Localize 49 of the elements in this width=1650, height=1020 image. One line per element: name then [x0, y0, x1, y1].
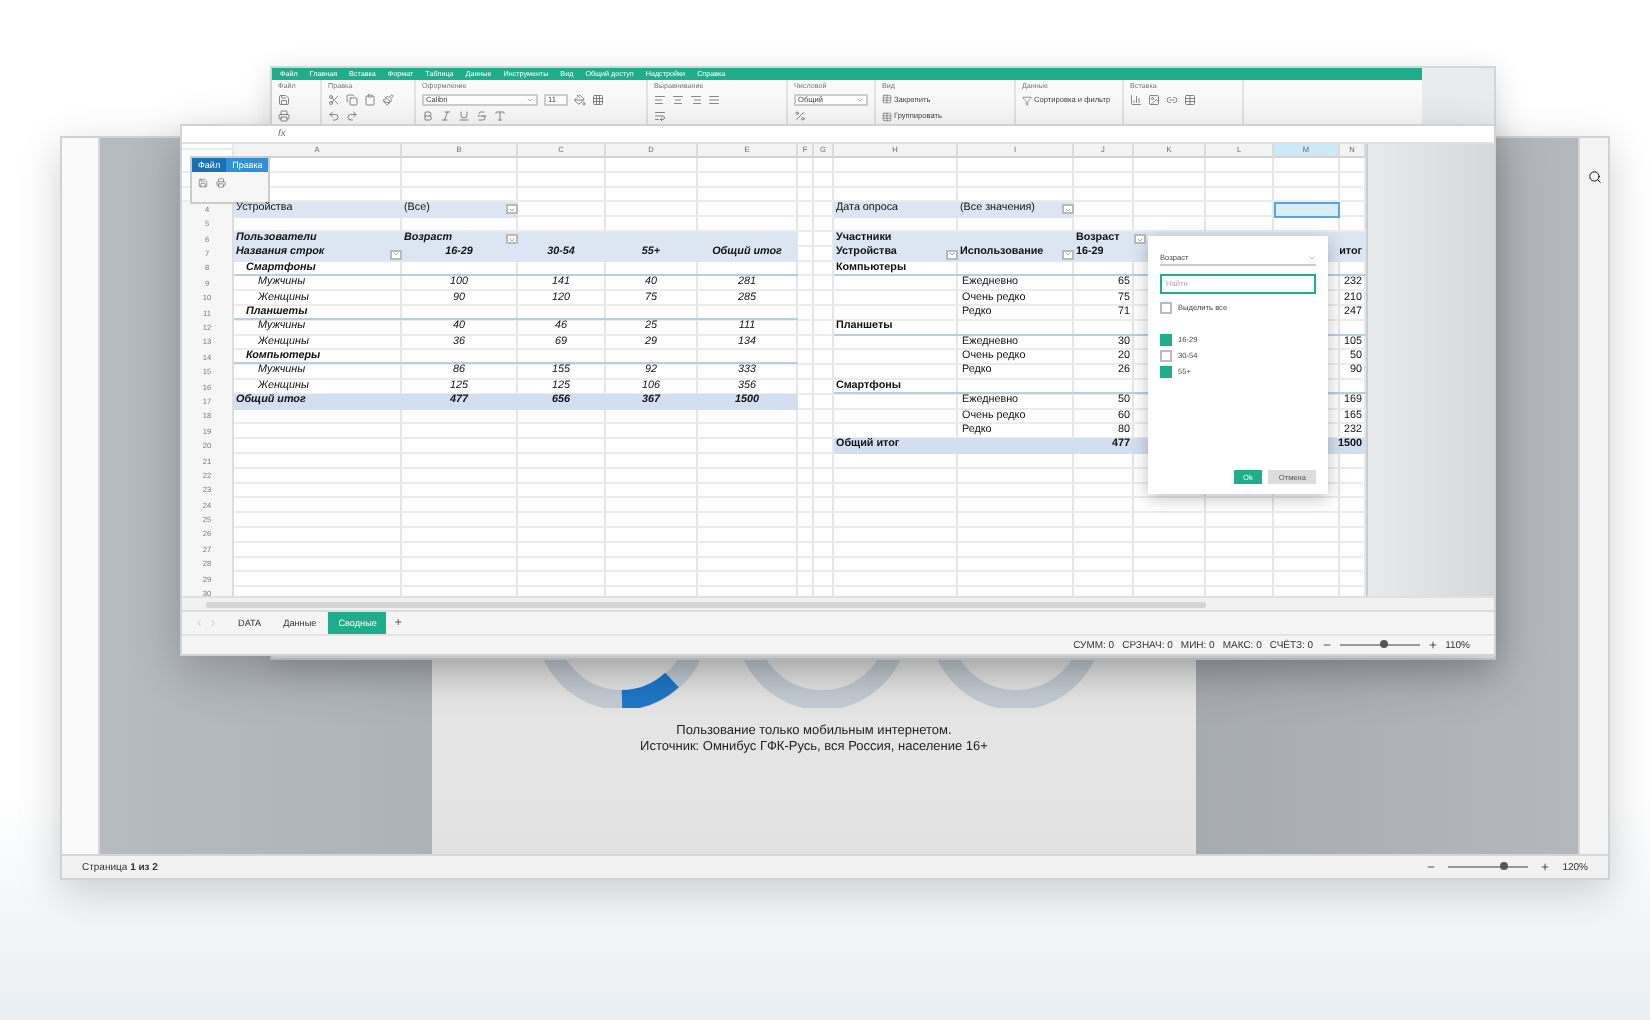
slider-thumb[interactable] — [1379, 640, 1388, 648]
save-icon[interactable] — [198, 178, 208, 188]
align-left-icon[interactable] — [654, 93, 666, 106]
zoom-in-icon[interactable] — [1427, 640, 1438, 650]
percent-icon[interactable] — [794, 110, 806, 123]
italic-icon[interactable] — [440, 110, 452, 123]
align-right-icon[interactable] — [690, 93, 702, 106]
zoom-in-icon[interactable] — [1540, 862, 1551, 872]
search-icon[interactable] — [1587, 170, 1601, 184]
dropdown-button[interactable] — [506, 204, 518, 215]
checkbox[interactable] — [1160, 366, 1172, 378]
justify-icon[interactable] — [708, 93, 720, 106]
underline-icon[interactable] — [458, 110, 470, 123]
link-icon[interactable] — [1166, 94, 1178, 106]
checkbox[interactable] — [1160, 350, 1172, 362]
save-icon[interactable] — [278, 93, 290, 106]
dropdown-button[interactable] — [946, 249, 958, 260]
wrap-text-icon[interactable] — [654, 110, 666, 123]
filter-icon — [1022, 95, 1032, 105]
dropdown-button[interactable] — [506, 234, 518, 245]
table-icon — [882, 111, 892, 122]
bold-icon[interactable] — [422, 110, 434, 123]
checkbox[interactable] — [1160, 302, 1172, 314]
cut-icon[interactable] — [328, 93, 340, 106]
paste-icon[interactable] — [364, 93, 376, 106]
chart-icon[interactable] — [1130, 94, 1142, 106]
table-icon[interactable] — [1184, 94, 1196, 106]
selected-cell[interactable] — [1274, 202, 1340, 218]
checkbox[interactable] — [1160, 334, 1172, 346]
image-icon[interactable] — [1148, 94, 1160, 106]
zoom-out-icon[interactable] — [1426, 862, 1437, 872]
strikethrough-icon[interactable] — [476, 110, 488, 123]
align-center-icon[interactable] — [672, 93, 684, 106]
dropdown-button[interactable] — [1134, 234, 1146, 245]
print-icon[interactable] — [278, 110, 290, 123]
print-icon[interactable] — [216, 178, 226, 188]
redo-icon[interactable] — [346, 110, 358, 123]
zoom-out-icon[interactable] — [1321, 640, 1332, 650]
undo-icon[interactable] — [328, 110, 340, 123]
dropdown-button[interactable] — [1062, 204, 1074, 215]
fill-color-icon[interactable] — [574, 93, 586, 106]
font-color-icon[interactable] — [494, 110, 506, 123]
brush-icon[interactable] — [382, 93, 394, 106]
table-icon — [882, 94, 892, 105]
borders-icon[interactable] — [592, 93, 604, 106]
dropdown-button[interactable] — [390, 249, 402, 260]
slider-thumb[interactable] — [1500, 862, 1509, 870]
dropdown-button[interactable] — [1062, 249, 1074, 260]
copy-icon[interactable] — [346, 93, 358, 106]
